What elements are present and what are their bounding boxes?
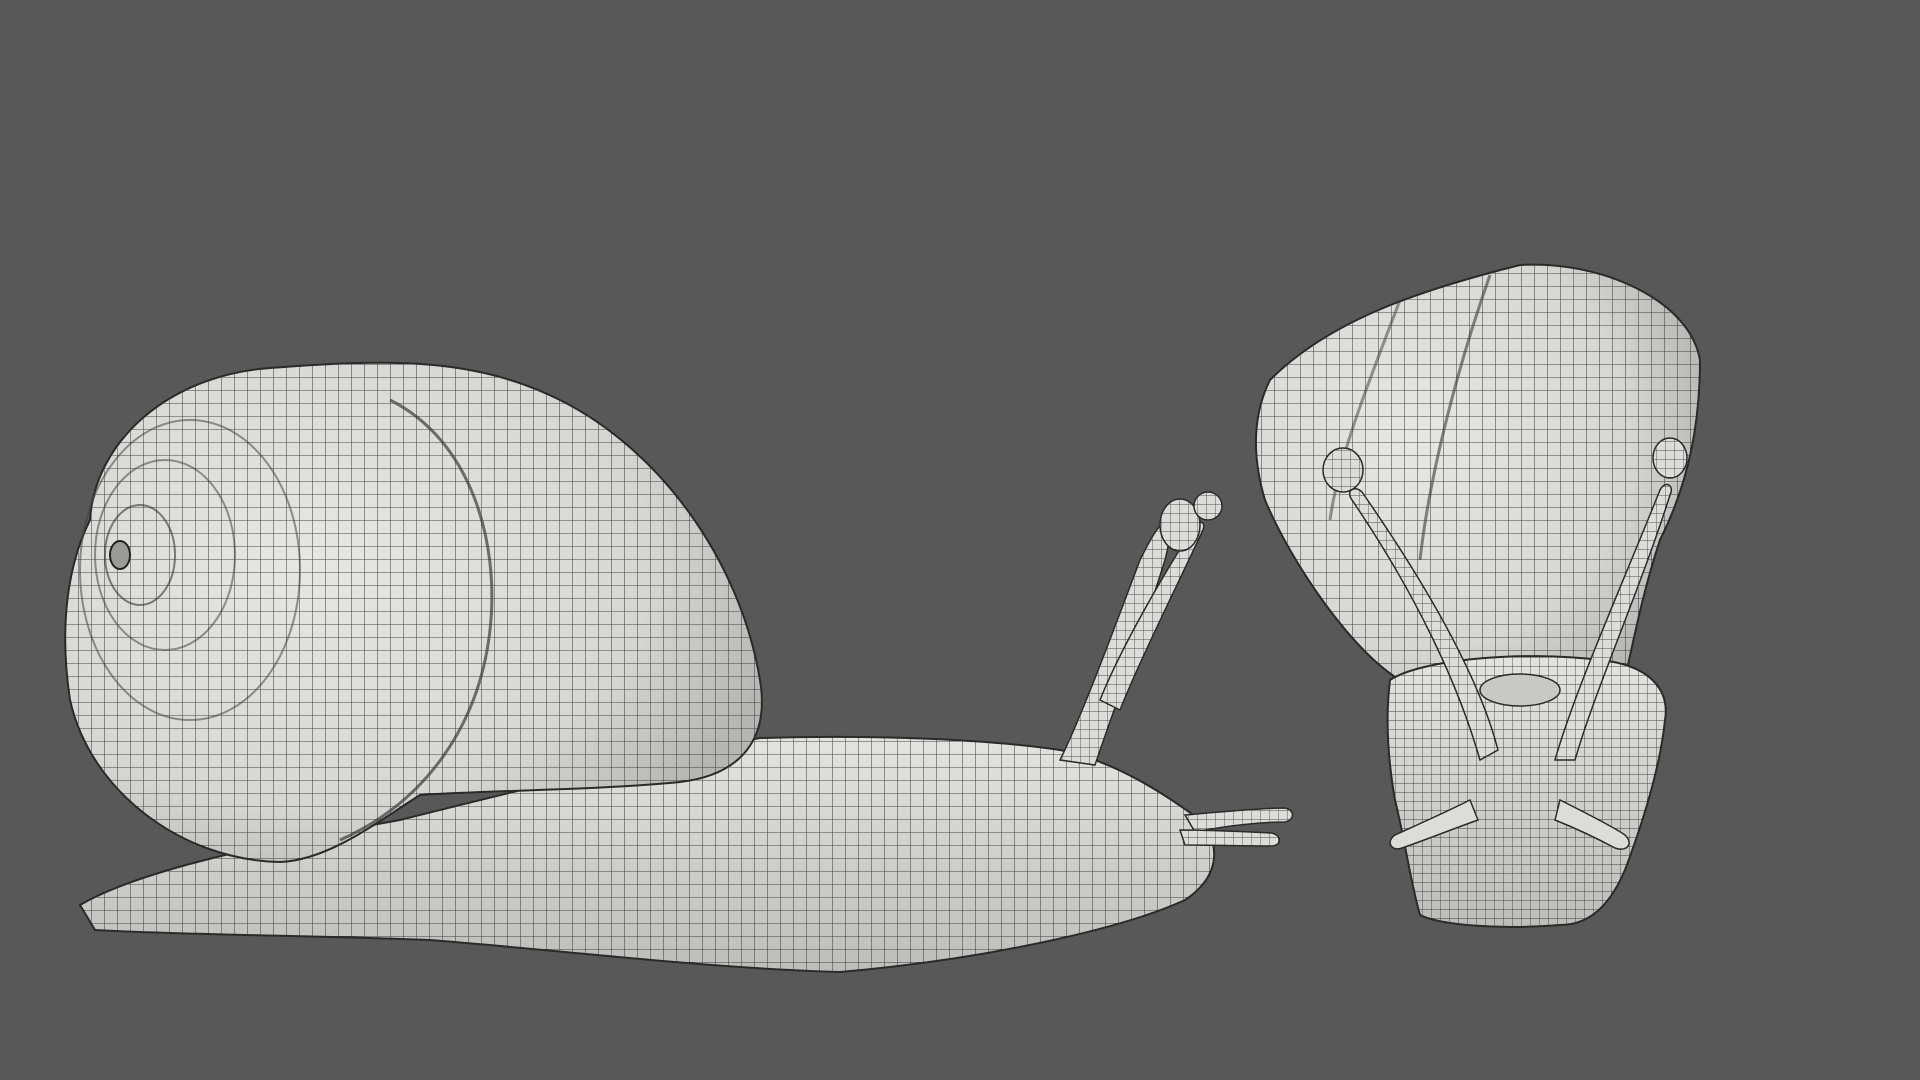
3d-viewport[interactable]	[0, 0, 1920, 1080]
snail-side-view[interactable]	[64, 361, 1294, 974]
snail-front-shell	[1254, 263, 1702, 702]
snail-front-head	[1386, 655, 1667, 928]
snail-side-lower-tentacles	[1178, 807, 1294, 847]
viewport-canvas	[64, 263, 1702, 974]
snail-side-eye-stalks	[1058, 491, 1223, 766]
snail-front-view[interactable]	[1254, 263, 1702, 928]
